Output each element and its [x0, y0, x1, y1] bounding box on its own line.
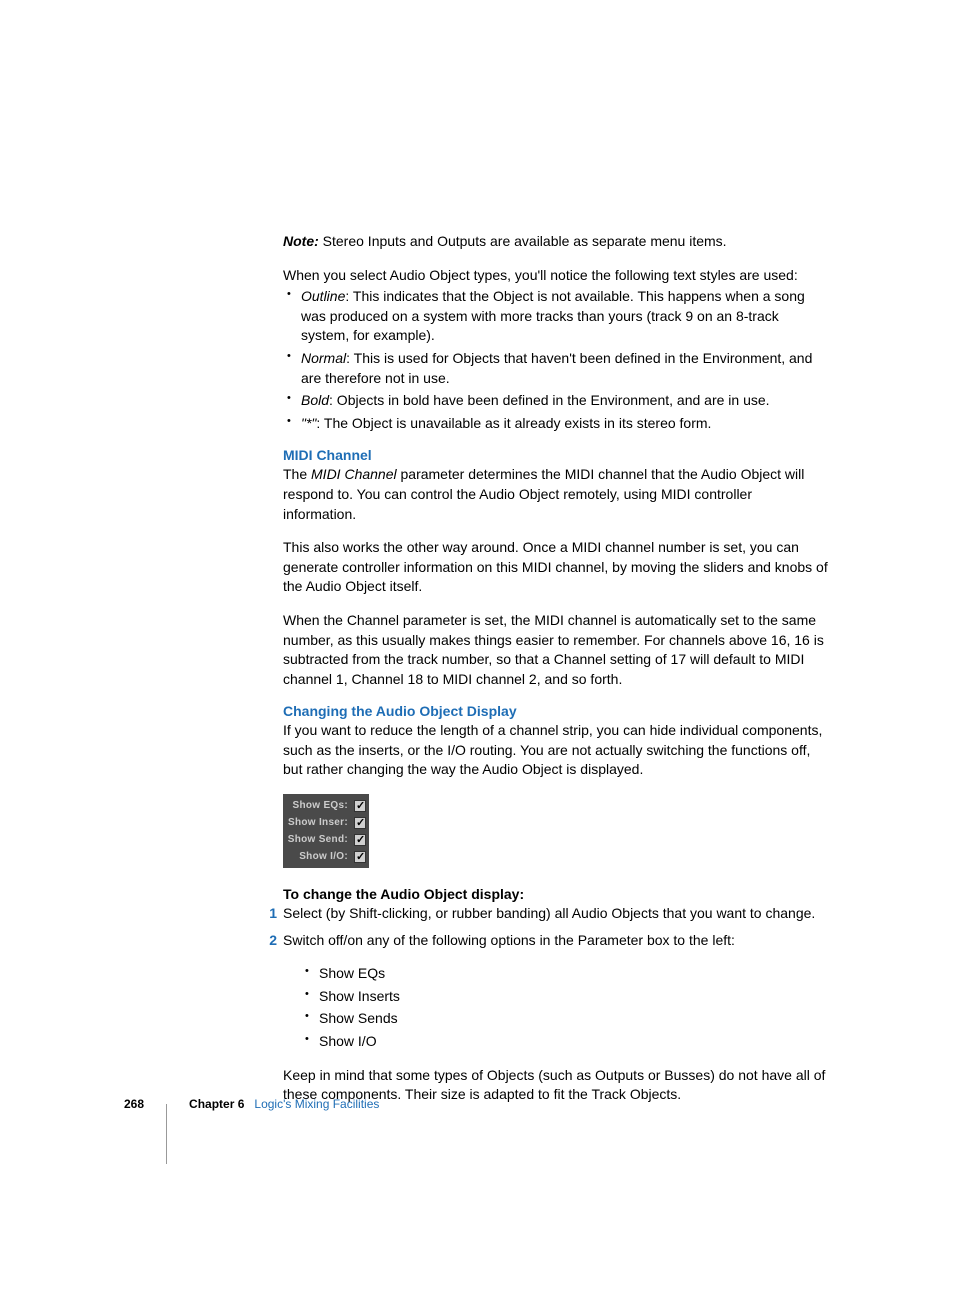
- list-item: Outline: This indicates that the Object …: [283, 287, 828, 346]
- figure-row: Show EQs:: [286, 797, 366, 814]
- list-item: Bold: Objects in bold have been defined …: [283, 391, 828, 411]
- checkbox-icon: [354, 817, 366, 829]
- step-text: Switch off/on any of the following optio…: [283, 932, 735, 948]
- list-item: Show I/O: [283, 1032, 828, 1052]
- term: MIDI Channel: [311, 466, 397, 482]
- step: 1 Select (by Shift-clicking, or rubber ba…: [260, 904, 828, 924]
- figure-row: Show I/O:: [286, 848, 366, 865]
- procedure-heading: To change the Audio Object display:: [283, 886, 828, 902]
- step-text: Select (by Shift-clicking, or rubber ban…: [283, 905, 815, 921]
- chapter-label: Chapter 6: [189, 1097, 244, 1111]
- term: Outline: [301, 288, 345, 304]
- footer-divider: [166, 1104, 167, 1164]
- midi-channel-heading: MIDI Channel: [283, 447, 828, 463]
- options-list: Show EQs Show Inserts Show Sends Show I/…: [283, 964, 828, 1051]
- desc: : Objects in bold have been defined in t…: [329, 392, 770, 408]
- checkbox-icon: [354, 851, 366, 863]
- list-item: "*": The Object is unavailable as it alr…: [283, 414, 828, 434]
- figure-row: Show Send:: [286, 831, 366, 848]
- desc: : This indicates that the Object is not …: [301, 288, 805, 343]
- note-label: Note:: [283, 233, 319, 249]
- figure-label: Show Send:: [286, 834, 352, 845]
- changing-p1: If you want to reduce the length of a ch…: [283, 721, 828, 780]
- step: 2 Switch off/on any of the following opti…: [260, 931, 828, 951]
- list-item: Show Inserts: [283, 987, 828, 1007]
- page-number: 268: [124, 1097, 144, 1111]
- midi-p3: When the Channel parameter is set, the M…: [283, 611, 828, 689]
- midi-p1: The MIDI Channel parameter determines th…: [283, 465, 828, 524]
- figure-row: Show Inser:: [286, 814, 366, 831]
- list-item: Show Sends: [283, 1009, 828, 1029]
- term: "*": [301, 415, 316, 431]
- text: The: [283, 466, 311, 482]
- text-styles-list: Outline: This indicates that the Object …: [283, 287, 828, 433]
- checkbox-icon: [354, 834, 366, 846]
- parameter-box-figure: Show EQs: Show Inser: Show Send: Show I/…: [283, 794, 369, 868]
- checkbox-icon: [354, 800, 366, 812]
- changing-display-heading: Changing the Audio Object Display: [283, 703, 828, 719]
- term: Bold: [301, 392, 329, 408]
- desc: : The Object is unavailable as it alread…: [316, 415, 711, 431]
- figure-label: Show Inser:: [286, 817, 352, 828]
- desc: : This is used for Objects that haven't …: [301, 350, 812, 386]
- list-item: Show EQs: [283, 964, 828, 984]
- figure-label: Show EQs:: [286, 800, 352, 811]
- step-number: 2: [260, 931, 277, 951]
- procedure-steps: 1Select (by Shift-clicking, or rubber ba…: [283, 904, 828, 950]
- chapter-title: Logic's Mixing Facilities: [254, 1097, 379, 1111]
- term: Normal: [301, 350, 346, 366]
- midi-p2: This also works the other way around. On…: [283, 538, 828, 597]
- page-footer: 268 Chapter 6 Logic's Mixing Facilities: [124, 1074, 824, 1134]
- note-text: Stereo Inputs and Outputs are available …: [323, 233, 727, 249]
- note-paragraph: Note: Stereo Inputs and Outputs are avai…: [283, 232, 828, 252]
- step-number: 1: [260, 904, 277, 924]
- page-content: Note: Stereo Inputs and Outputs are avai…: [283, 232, 828, 1119]
- intro-paragraph: When you select Audio Object types, you'…: [283, 266, 828, 286]
- figure-label: Show I/O:: [286, 851, 352, 862]
- list-item: Normal: This is used for Objects that ha…: [283, 349, 828, 388]
